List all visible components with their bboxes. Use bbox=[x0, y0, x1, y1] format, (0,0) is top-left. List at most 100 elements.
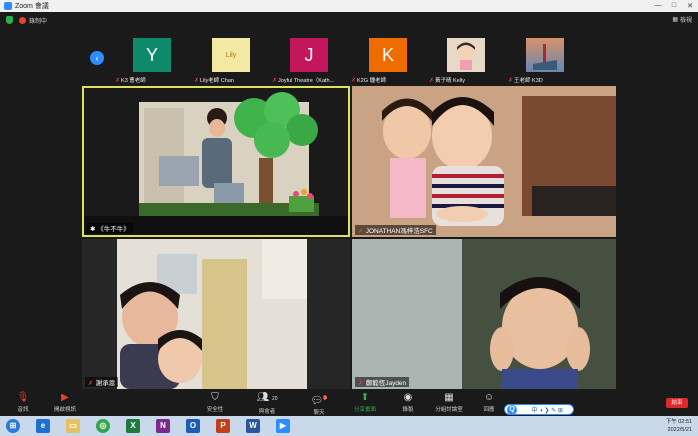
zoom-logo-icon bbox=[4, 2, 12, 10]
previous-page-button[interactable]: ‹ bbox=[90, 51, 104, 65]
mic-muted-icon: ✗ bbox=[429, 78, 435, 84]
video-button[interactable]: ▶︎ 開啟視訊 bbox=[48, 392, 82, 413]
shield-icon: ⛉ bbox=[211, 392, 219, 403]
end-meeting-button[interactable]: 結束 bbox=[666, 398, 688, 408]
grid-icon: ▦ bbox=[444, 392, 454, 403]
participant-name: JONATHAN馮梓浩SFC bbox=[365, 228, 433, 235]
participant-name-label: ✗ JONATHAN馮梓浩SFC bbox=[355, 225, 436, 235]
window-controls: — □ ✕ bbox=[650, 2, 698, 10]
participant-name: K2G 鍾老師 bbox=[357, 78, 387, 84]
share-screen-icon: ⬆ bbox=[360, 392, 370, 403]
participant-name: K3 曹老師 bbox=[121, 78, 146, 84]
ime-toolbar[interactable]: Q 中 ◑ ❯ ✎ ⊞ bbox=[504, 404, 574, 415]
ime-logo-icon: Q bbox=[507, 404, 518, 415]
recording-icon bbox=[19, 16, 26, 24]
camera-off-icon: ▶︎ bbox=[61, 392, 69, 403]
maximize-button[interactable]: □ bbox=[666, 2, 682, 10]
thumbnail-participant[interactable]: ✗黃子晴 Kelly bbox=[429, 38, 503, 84]
system-clock: 下午 02:51 2022/5/21 bbox=[666, 418, 692, 434]
thumbnail-participant[interactable]: ✗王老師 K3D bbox=[508, 38, 582, 84]
chat-badge: 2 bbox=[323, 395, 328, 400]
two-children-video bbox=[352, 86, 616, 237]
thumbnail-participant[interactable]: J ✗Joyful Theatre（Kath... bbox=[272, 38, 346, 84]
security-button[interactable]: ⛉ 安全性 bbox=[198, 392, 232, 413]
mic-muted-icon: ✗ bbox=[358, 381, 365, 387]
breakout-label: 分組討論室 bbox=[435, 407, 463, 413]
clock-time: 下午 02:51 bbox=[665, 419, 692, 425]
reactions-label: 回應 bbox=[483, 407, 495, 413]
participants-count: 20 bbox=[271, 396, 278, 402]
grid-icon: ▦ bbox=[672, 17, 678, 23]
child-face-icon bbox=[457, 42, 475, 70]
video-tile-speaker[interactable]: ✱ 《牛不牛》 bbox=[82, 86, 350, 237]
microphone-muted-icon: 🎙︎ bbox=[16, 392, 30, 403]
mic-muted-icon: ✗ bbox=[115, 78, 121, 84]
video-tile-jayden[interactable]: ✗ 鄭懿恆Jayden bbox=[352, 239, 616, 389]
security-label: 安全性 bbox=[206, 407, 224, 413]
mic-muted-icon: ✗ bbox=[508, 78, 514, 84]
share-screen-button[interactable]: ⬆ 分享畫面 bbox=[348, 392, 382, 413]
chat-button[interactable]: 💬︎2 聊天 bbox=[302, 392, 336, 416]
participant-name-label: ✗ 鄭懿恆Jayden bbox=[355, 377, 410, 387]
audio-label: 音訊 bbox=[17, 407, 29, 413]
ime-label: 中 ◑ ❯ ✎ ⊞ bbox=[531, 408, 563, 414]
chrome-icon[interactable]: ◎ bbox=[96, 419, 110, 433]
chat-bubble-icon: 💬︎2 bbox=[310, 395, 328, 407]
window-titlebar: Zoom 會議 — □ ✕ bbox=[0, 0, 698, 12]
thumbnail-participant[interactable]: Lily ✗Lily老師 Chan bbox=[194, 38, 268, 84]
mic-muted-icon: ✗ bbox=[358, 229, 365, 235]
participant-name-label: ✗ 謝承恩 bbox=[85, 377, 119, 387]
participant-name-label: ✱ 《牛不牛》 bbox=[87, 223, 133, 233]
meeting-info-bar: 錄制中 ▦ 檢視 bbox=[0, 12, 698, 28]
participant-name: 《牛不牛》 bbox=[97, 226, 130, 233]
avatar bbox=[526, 38, 564, 72]
participant-name: 鄭懿恆Jayden bbox=[365, 380, 407, 387]
avatar: J bbox=[290, 38, 328, 72]
word-icon[interactable]: W bbox=[246, 419, 260, 433]
smiley-icon: ☺ bbox=[483, 392, 495, 403]
internet-explorer-icon[interactable]: e bbox=[36, 419, 50, 433]
file-explorer-icon[interactable]: ▭ bbox=[66, 419, 80, 433]
mother-child-video bbox=[82, 239, 350, 389]
participants-label: 與會者 bbox=[258, 409, 276, 415]
view-label: 檢視 bbox=[679, 18, 692, 24]
reactions-button[interactable]: ☺ 回應 bbox=[472, 392, 506, 413]
excel-icon[interactable]: X bbox=[126, 419, 140, 433]
security-shield-icon[interactable] bbox=[6, 16, 13, 24]
thumbnail-participant[interactable]: K ✗K2G 鍾老師 bbox=[351, 38, 425, 84]
participants-button[interactable]: 👥︎ 20 與會者 bbox=[250, 392, 284, 415]
powerpoint-icon[interactable]: P bbox=[216, 419, 230, 433]
participant-name: 謝承恩 bbox=[95, 380, 116, 387]
view-toggle[interactable]: ▦ 檢視 bbox=[672, 15, 692, 24]
mic-muted-icon: ✗ bbox=[88, 381, 95, 387]
breakout-rooms-button[interactable]: ▦ 分組討論室 bbox=[432, 392, 466, 413]
recording-label: 錄制中 bbox=[29, 18, 48, 25]
people-icon: 👥︎ 20 bbox=[256, 392, 278, 403]
thumbnail-strip: ‹ Y ✗K3 曹老師 Lily ✗Lily老師 Chan J ✗Joyful … bbox=[0, 28, 698, 84]
record-label: 錄製 bbox=[402, 407, 414, 413]
minimize-button[interactable]: — bbox=[650, 2, 666, 10]
outlook-icon[interactable]: O bbox=[186, 419, 200, 433]
participant-name: 黃子晴 Kelly bbox=[435, 78, 465, 84]
landscape-photo-icon bbox=[533, 44, 557, 70]
participant-name: Joyful Theatre（Kath... bbox=[278, 78, 335, 84]
mic-muted-icon: ✗ bbox=[272, 78, 278, 84]
avatar: Lily bbox=[212, 38, 250, 72]
close-button[interactable]: ✕ bbox=[682, 2, 698, 10]
video-tile-xie[interactable]: ✗ 謝承恩 bbox=[82, 239, 350, 389]
clock-date: 2022/5/21 bbox=[667, 427, 692, 433]
audio-button[interactable]: 🎙︎ 音訊 bbox=[6, 392, 40, 413]
child-video bbox=[352, 239, 616, 389]
record-button[interactable]: ◉ 錄製 bbox=[391, 392, 425, 413]
zoom-taskbar-icon[interactable]: ▶ bbox=[276, 419, 290, 433]
video-label: 開啟視訊 bbox=[53, 407, 76, 413]
onenote-icon[interactable]: N bbox=[156, 419, 170, 433]
thumbnail-participant[interactable]: Y ✗K3 曹老師 bbox=[115, 38, 189, 84]
start-button[interactable]: ⊞ bbox=[6, 419, 20, 433]
video-tile-jonathan[interactable]: ✗ JONATHAN馮梓浩SFC bbox=[352, 86, 616, 237]
windows-taskbar: ⊞ e ▭ ◎ X N O P W ▶ 下午 02:51 2022/5/21 bbox=[0, 416, 698, 436]
avatar: Y bbox=[133, 38, 171, 72]
puppet-show-video bbox=[84, 88, 348, 235]
mic-muted-icon: ✗ bbox=[194, 78, 200, 84]
avatar bbox=[447, 38, 485, 72]
